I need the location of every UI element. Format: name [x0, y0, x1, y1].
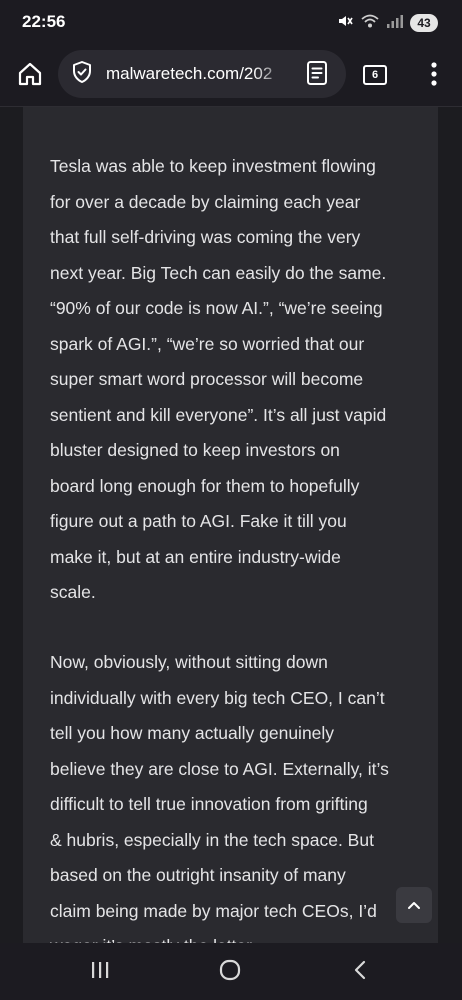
recents-button[interactable] — [80, 957, 120, 987]
status-icons: 43 — [336, 12, 438, 34]
wifi-icon — [360, 12, 380, 34]
home-icon — [16, 60, 44, 92]
signal-icon — [386, 13, 404, 33]
text-line: individually with every big tech CEO, I … — [50, 687, 385, 708]
back-button[interactable] — [340, 957, 380, 987]
article-content: Tesla was able to keep investment flowin… — [23, 107, 438, 943]
back-icon — [352, 959, 368, 985]
text-line: difficult to tell true innovation from g… — [50, 794, 368, 814]
text-line: for over a decade by claiming each year — [50, 191, 361, 212]
text-line: claim being made by major tech CEOs, I’d — [50, 900, 377, 921]
chevron-up-icon — [406, 896, 422, 915]
scroll-to-top-button[interactable] — [396, 887, 432, 923]
text-line: super smart word processor will become — [50, 369, 364, 389]
phone-screen: 22:56 43 malwaretech.com/202 6 Tesla was… — [0, 0, 462, 1000]
recents-icon — [89, 960, 111, 984]
text-line: & hubris, especially in the tech space. … — [50, 829, 374, 850]
article-paragraph: Tesla was able to keep investment flowin… — [50, 149, 430, 611]
site-info-button[interactable] — [70, 60, 94, 88]
reader-mode-icon — [305, 60, 329, 90]
text-line: “90% of our code is now AI.”, “we’re see… — [50, 298, 383, 318]
system-nav-bar — [0, 943, 462, 1000]
text-line: next year. Big Tech can easily do the sa… — [50, 262, 387, 283]
text-line: figure out a path to AGI. Fake it till y… — [50, 511, 347, 531]
text-line: believe they are close to AGI. Externall… — [50, 758, 389, 779]
text-line: Now, obviously, without sitting down — [50, 652, 328, 672]
text-line: make it, but at an entire industry-wide — [50, 546, 341, 567]
text-line: scale. — [50, 582, 96, 602]
reader-mode-button[interactable] — [304, 60, 330, 90]
battery-level: 43 — [410, 14, 438, 32]
home-circle-icon — [218, 958, 242, 986]
text-line: that full self-driving was coming the ve… — [50, 227, 361, 247]
mute-icon — [336, 12, 354, 34]
tabs-button[interactable]: 6 — [360, 60, 390, 90]
text-line: board long enough for them to hopefully — [50, 475, 360, 496]
site-info-icon — [70, 60, 94, 88]
article-paragraph: Now, obviously, without sitting down ind… — [50, 645, 430, 943]
home-button[interactable] — [12, 58, 48, 94]
url-text[interactable]: malwaretech.com/202 — [106, 64, 290, 84]
browser-toolbar: malwaretech.com/202 6 — [0, 46, 462, 107]
text-line: spark of AGI.”, “we’re so worried that o… — [50, 333, 365, 354]
address-bar[interactable]: malwaretech.com/202 — [58, 50, 346, 98]
status-time: 22:56 — [22, 12, 66, 31]
text-line: wager it’s mostly the latter. — [50, 929, 430, 943]
text-line: bluster designed to keep investors on — [50, 440, 340, 460]
menu-icon — [430, 61, 438, 91]
text-line: based on the outright insanity of many — [50, 865, 346, 885]
text-line: sentient and kill everyone”. It’s all ju… — [50, 404, 387, 425]
text-line: tell you how many actually genuinely — [50, 723, 335, 743]
status-bar: 22:56 43 — [0, 0, 462, 46]
home-nav-button[interactable] — [210, 957, 250, 987]
text-line: Tesla was able to keep investment flowin… — [50, 156, 376, 176]
tab-count: 6 — [363, 65, 387, 85]
menu-button[interactable] — [420, 58, 448, 94]
